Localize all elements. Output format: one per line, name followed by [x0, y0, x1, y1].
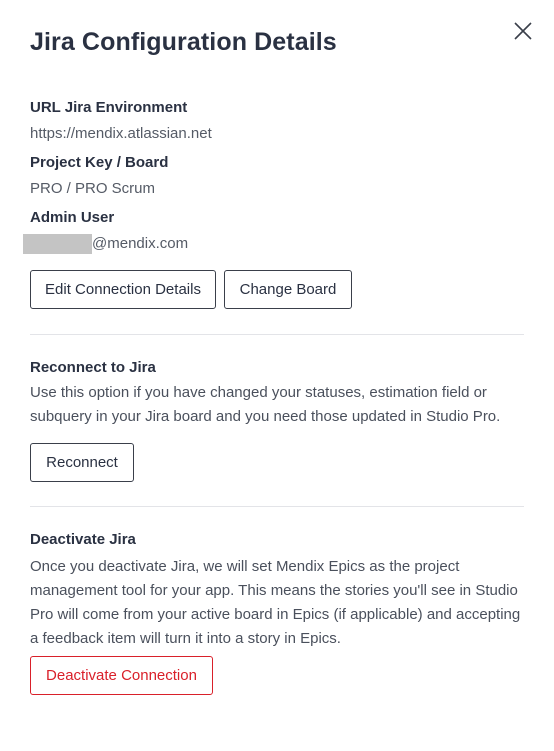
- reconnect-heading: Reconnect to Jira: [30, 359, 156, 376]
- divider: [30, 334, 524, 335]
- project-value: PRO / PRO Scrum: [30, 180, 156, 197]
- admin-value: @mendix.com: [92, 235, 189, 252]
- url-value: https://mendix.atlassian.net: [30, 125, 212, 142]
- deactivate-heading: Deactivate Jira: [30, 531, 136, 548]
- change-board-button[interactable]: Change Board: [224, 270, 352, 309]
- url-label: URL Jira Environment: [30, 99, 188, 116]
- dialog-title: Jira Configuration Details: [30, 28, 337, 56]
- deactivate-connection-button[interactable]: Deactivate Connection: [30, 656, 213, 695]
- redacted-username: [23, 234, 92, 254]
- divider: [30, 506, 524, 507]
- deactivate-description: Once you deactivate Jira, we will set Me…: [30, 558, 521, 647]
- edit-connection-details-button[interactable]: Edit Connection Details: [30, 270, 216, 309]
- admin-label: Admin User: [30, 209, 115, 226]
- reconnect-button[interactable]: Reconnect: [30, 443, 134, 482]
- project-label: Project Key / Board: [30, 154, 169, 171]
- reconnect-description: Use this option if you have changed your…: [30, 384, 501, 425]
- close-icon[interactable]: [512, 20, 534, 42]
